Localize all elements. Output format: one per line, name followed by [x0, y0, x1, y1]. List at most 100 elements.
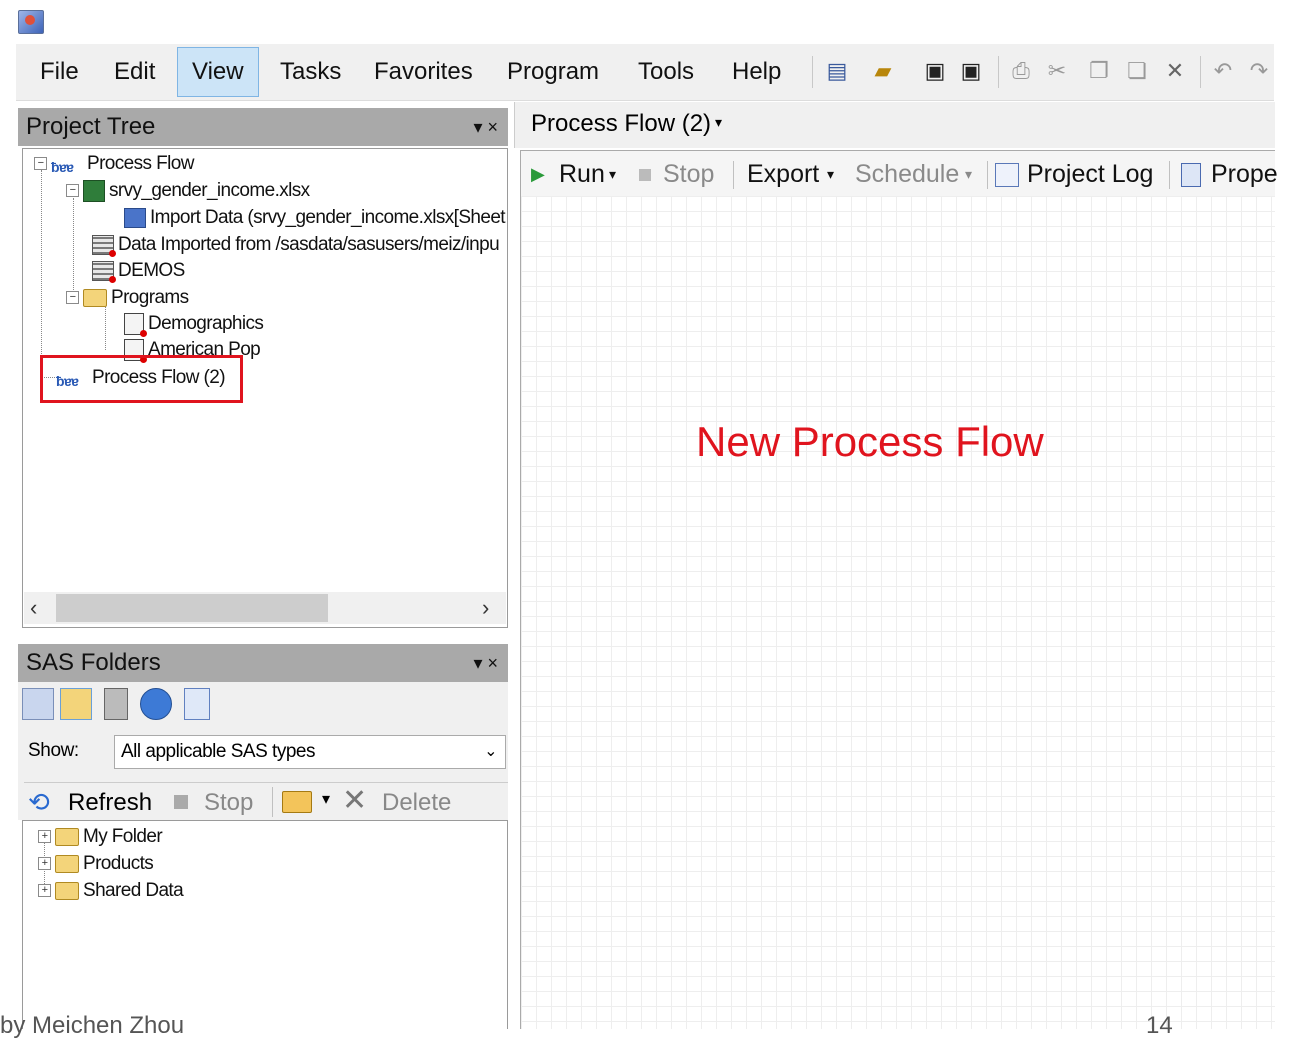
folder-view-icon[interactable] — [60, 688, 92, 720]
library-view-icon[interactable] — [104, 688, 128, 720]
new-item-icon[interactable]: ▤ — [824, 58, 850, 84]
toolbar-separator — [998, 56, 999, 88]
folder-item-products[interactable]: + Products — [38, 851, 154, 877]
collapse-icon[interactable]: − — [66, 291, 79, 305]
footer-page-number: 14 — [1146, 1012, 1173, 1039]
open-folder-icon[interactable]: ▰ — [870, 58, 896, 84]
process-flow-toolbar: ▶ Run ▾ Stop Export ▾ Schedule ▾ Project… — [520, 150, 1278, 197]
delete-icon: ✕ — [342, 784, 368, 817]
paste-icon[interactable]: ❏ — [1124, 58, 1150, 84]
chevron-down-icon: ⌄ — [484, 743, 497, 760]
run-icon: ▶ — [531, 164, 545, 184]
dataset-icon — [92, 260, 116, 283]
folder-item-my-folder[interactable]: + My Folder — [38, 824, 163, 850]
tree-item-demos[interactable]: DEMOS — [92, 258, 185, 284]
toolbar-separator — [1200, 56, 1201, 88]
tree-item-label: Data Imported from /sasdata/sasusers/mei… — [118, 234, 500, 255]
stop-icon — [174, 795, 188, 809]
tree-item-demographics[interactable]: Demographics — [124, 311, 264, 337]
folder-icon — [55, 854, 79, 873]
print-icon[interactable]: ⎙ — [1008, 58, 1034, 84]
process-flow-canvas[interactable] — [520, 196, 1275, 1029]
folder-item-shared-data[interactable]: + Shared Data — [38, 878, 184, 904]
tree-item-label: srvy_gender_income.xlsx — [109, 180, 310, 201]
tree-item-label: Shared Data — [83, 880, 184, 901]
server-view-icon[interactable] — [22, 688, 54, 720]
run-dropdown-icon[interactable]: ▾ — [609, 151, 616, 197]
book-view-icon[interactable] — [184, 688, 210, 720]
tree-item-label: Programs — [111, 287, 189, 308]
new-folder-icon[interactable] — [282, 791, 312, 813]
toolbar-separator — [987, 161, 988, 189]
globe-view-icon[interactable] — [140, 688, 172, 720]
copy-icon[interactable]: ❐ — [1086, 58, 1112, 84]
refresh-icon: ⟲ — [28, 787, 50, 817]
menu-tasks[interactable]: Tasks — [266, 48, 355, 96]
stop-button[interactable]: Stop — [204, 789, 253, 817]
menu-tools[interactable]: Tools — [624, 48, 708, 96]
panel-controls[interactable]: ▾ × — [473, 108, 498, 146]
tree-item-data-imported[interactable]: Data Imported from /sasdata/sasusers/mei… — [92, 232, 500, 258]
run-button[interactable]: Run — [559, 151, 605, 197]
schedule-dropdown-icon[interactable]: ▾ — [965, 151, 972, 197]
menu-help[interactable]: Help — [718, 48, 795, 96]
cut-icon[interactable]: ✂ — [1044, 58, 1070, 84]
panel-controls[interactable]: ▾ × — [473, 644, 498, 682]
process-flow-tab-bar: Process Flow (2) ▾ — [514, 102, 1275, 148]
collapse-icon[interactable]: − — [66, 184, 79, 198]
menu-favorites[interactable]: Favorites — [360, 48, 487, 96]
save-all-icon[interactable]: ▣ — [958, 58, 984, 84]
save-icon[interactable]: ▣ — [922, 58, 948, 84]
sas-folders-action-bar: ⟲ Refresh Stop ▾ ✕ Delete — [24, 782, 508, 821]
scroll-left-icon[interactable]: ‹ — [30, 592, 37, 624]
tree-item-import-data[interactable]: Import Data (srvy_gender_income.xlsx[She… — [124, 205, 506, 231]
menu-program[interactable]: Program — [493, 48, 613, 96]
scrollbar-thumb[interactable] — [56, 594, 328, 622]
export-dropdown-icon[interactable]: ▾ — [827, 151, 834, 197]
refresh-button[interactable]: Refresh — [68, 789, 152, 817]
expand-icon[interactable]: + — [38, 830, 51, 844]
tab-process-flow-2[interactable]: Process Flow (2) — [531, 110, 711, 138]
properties-button[interactable]: Prope — [1211, 151, 1278, 197]
canvas-annotation: New Process Flow — [696, 418, 1044, 465]
tree-item-xlsx[interactable]: − srvy_gender_income.xlsx — [66, 178, 310, 204]
collapse-icon[interactable]: − — [34, 157, 47, 171]
schedule-button[interactable]: Schedule — [855, 151, 959, 197]
user-folder-icon — [55, 827, 79, 846]
expand-icon[interactable]: + — [38, 857, 51, 871]
tree-line — [105, 305, 106, 350]
menu-file[interactable]: File — [26, 48, 93, 96]
tab-dropdown-icon[interactable]: ▾ — [715, 114, 722, 131]
undo-icon[interactable]: ↶ — [1210, 58, 1236, 84]
tree-item-label: Demographics — [148, 313, 264, 334]
project-tree-title: Project Tree — [26, 113, 156, 140]
highlight-box — [40, 355, 243, 403]
delete-icon[interactable]: ✕ — [1162, 58, 1188, 84]
tree-item-label: Import Data (srvy_gender_income.xlsx[She… — [150, 207, 506, 228]
menu-edit[interactable]: Edit — [100, 48, 169, 96]
scroll-right-icon[interactable]: › — [482, 592, 489, 624]
program-icon — [124, 312, 147, 337]
stop-icon — [639, 169, 651, 181]
tree-line — [41, 170, 42, 380]
redo-icon[interactable]: ↷ — [1246, 58, 1272, 84]
menu-view[interactable]: View — [177, 47, 259, 97]
tree-item-process-flow[interactable]: − ƀɐɐ Process Flow — [34, 151, 194, 177]
tree-item-label: DEMOS — [118, 260, 185, 281]
project-log-button[interactable]: Project Log — [1027, 151, 1153, 197]
toolbar-separator — [812, 56, 813, 88]
tree-item-programs[interactable]: − Programs — [66, 285, 189, 311]
expand-icon[interactable]: + — [38, 884, 51, 898]
toolbar-separator — [733, 161, 734, 189]
stop-button[interactable]: Stop — [663, 151, 714, 197]
sas-folders-title: SAS Folders — [26, 649, 161, 676]
delete-button[interactable]: Delete — [382, 789, 451, 817]
footer-author: by Meichen Zhou — [0, 1012, 185, 1039]
tree-item-label: Process Flow — [87, 153, 194, 174]
dropdown-arrow-icon[interactable]: ▾ — [322, 789, 330, 809]
dataset-icon — [92, 234, 116, 257]
show-type-select[interactable]: All applicable SAS types ⌄ — [114, 735, 506, 769]
export-button[interactable]: Export — [747, 151, 819, 197]
project-tree-header: Project Tree ▾ × — [18, 108, 508, 146]
menu-bar: File Edit View Tasks Favorites Program T… — [16, 44, 1274, 101]
